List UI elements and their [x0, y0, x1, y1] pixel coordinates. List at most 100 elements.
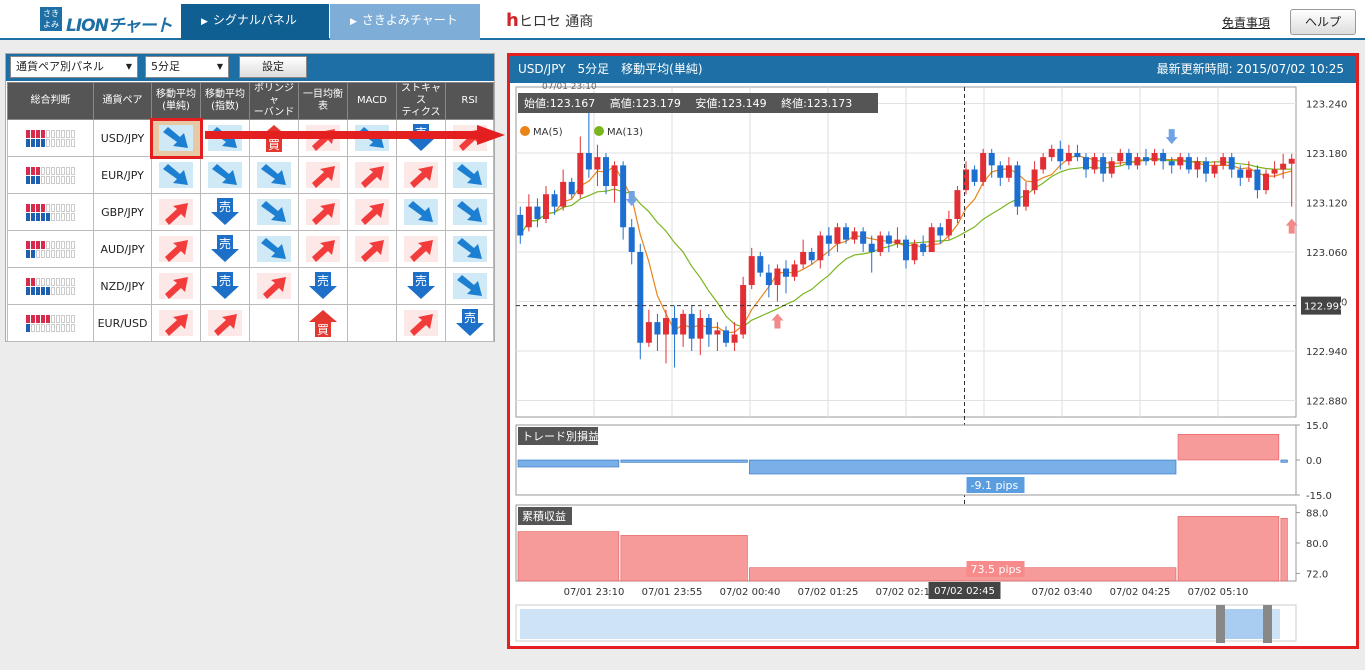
- candle-body: [1228, 157, 1235, 170]
- signal-up-arrow-icon[interactable]: [249, 267, 299, 305]
- candle-body: [1040, 157, 1047, 170]
- sell-signal-icon[interactable]: 売: [200, 230, 250, 268]
- sub-value-label: -9.1 pips: [971, 479, 1019, 492]
- signal-down-arrow-icon[interactable]: [249, 230, 299, 268]
- sell-label: 売: [415, 273, 427, 288]
- help-button[interactable]: ヘルプ: [1290, 9, 1356, 35]
- candle-body: [534, 206, 541, 219]
- candle-body: [1185, 157, 1192, 170]
- y-tick-label: 88.0: [1306, 509, 1328, 520]
- chart-header: USD/JPY 5分足 移動平均(単純) 最新更新時間: 2015/07/02 …: [510, 56, 1356, 83]
- navigator-window[interactable]: [1221, 609, 1267, 639]
- candle-body: [885, 235, 892, 244]
- disclaimer-link[interactable]: 免責事項: [1222, 14, 1270, 31]
- sub-bar: [517, 459, 620, 468]
- x-tick-label: 07/02 03:40: [1032, 587, 1093, 598]
- candle-body: [1194, 161, 1201, 170]
- signal-down-arrow-icon[interactable]: [200, 156, 250, 194]
- signal-up-arrow-icon[interactable]: [298, 230, 348, 268]
- candle-body: [1014, 165, 1021, 207]
- sub-bar: [620, 459, 748, 463]
- signal-up-arrow-icon[interactable]: [396, 230, 446, 268]
- last-updated: 最新更新時間: 2015/07/02 10:25: [1156, 62, 1344, 76]
- candle-body: [971, 169, 978, 182]
- column-header: 総合判断: [7, 82, 94, 120]
- signal-up-arrow-icon[interactable]: [347, 156, 397, 194]
- overall-meter: [7, 304, 94, 342]
- candle-body: [1280, 163, 1287, 170]
- period-select[interactable]: 5分足 ▼: [145, 56, 229, 78]
- app-logo[interactable]: さき よみ LIONチャート: [10, 5, 180, 36]
- signal-up-arrow-icon[interactable]: [151, 304, 201, 342]
- candle-body: [551, 194, 558, 207]
- navigator-handle-left[interactable]: [1216, 605, 1225, 643]
- candle-body: [1091, 157, 1098, 170]
- signal-up-arrow-icon[interactable]: [151, 267, 201, 305]
- candle-body: [1134, 157, 1141, 166]
- chart-panel: USD/JPY 5分足 移動平均(単純) 最新更新時間: 2015/07/02 …: [507, 53, 1359, 649]
- logo-badge: さき よみ: [40, 7, 62, 31]
- signal-up-arrow-icon[interactable]: [347, 230, 397, 268]
- currency-pair: EUR/USD: [93, 304, 152, 342]
- signal-down-arrow-icon[interactable]: [151, 156, 201, 194]
- logo-text: LIONチャート: [66, 16, 173, 36]
- tab-signal-panel[interactable]: ▶ シグナルパネル: [181, 4, 329, 40]
- signal-up-arrow-icon[interactable]: [151, 230, 201, 268]
- x-tick-label: 07/02 02:10: [876, 587, 937, 598]
- cursor-time-label: 07/02 02:45: [934, 586, 995, 597]
- candle-body: [1117, 153, 1124, 162]
- signal-up-arrow-icon[interactable]: [200, 304, 250, 342]
- signal-down-arrow-icon[interactable]: [249, 193, 299, 231]
- sell-signal-icon[interactable]: 売: [298, 267, 348, 305]
- candle-body: [954, 190, 961, 219]
- signal-down-arrow-icon[interactable]: [249, 156, 299, 194]
- signal-down-arrow-icon[interactable]: [445, 156, 494, 194]
- candle-body: [723, 330, 729, 343]
- sell-signal-icon[interactable]: 売: [396, 267, 446, 305]
- y-tick-label: 72.0: [1306, 569, 1328, 580]
- navigator-handle-right[interactable]: [1263, 605, 1272, 643]
- signal-down-arrow-icon[interactable]: [445, 193, 494, 231]
- signal-up-arrow-icon[interactable]: [298, 156, 348, 194]
- legend-label: MA(13): [607, 127, 643, 138]
- candle-body: [1074, 153, 1081, 158]
- signal-up-arrow-icon[interactable]: [298, 193, 348, 231]
- column-header: 移動平均 (指数): [200, 82, 250, 120]
- signal-down-arrow-icon[interactable]: [445, 230, 494, 268]
- sub-title: トレード別損益: [522, 429, 599, 443]
- signal-up-arrow-icon[interactable]: [347, 193, 397, 231]
- signal-panel: 通貨ペア別パネル ▼ 5分足 ▼ 設定 総合判断 通貨ペア 移動平均 (単純) 移動平均 …: [5, 53, 495, 342]
- top-date-label: 07/01 23:10: [542, 83, 597, 92]
- x-tick-label: 07/02 00:40: [720, 587, 781, 598]
- table-row: NZD/JPY 売 売 売: [7, 267, 494, 305]
- column-header: MACD: [347, 82, 397, 120]
- signal-down-arrow-icon[interactable]: [149, 117, 203, 159]
- ohlc-label: 始値:123.167 高値:123.179 安値:123.149 終値:123.…: [524, 96, 852, 110]
- sell-signal-icon[interactable]: 売: [445, 304, 494, 342]
- highlight-arrow: [205, 125, 505, 145]
- x-tick-label: 07/02 05:10: [1188, 587, 1249, 598]
- tab-label: さきよみチャート: [361, 13, 458, 27]
- y-tick-label: -15.0: [1306, 491, 1332, 502]
- settings-button[interactable]: 設定: [239, 56, 307, 78]
- candle-body: [1100, 157, 1107, 174]
- signal-up-arrow-icon[interactable]: [396, 304, 446, 342]
- table-row: EUR/JPY: [7, 156, 494, 194]
- signal-up-arrow-icon[interactable]: [396, 156, 446, 194]
- candle-body: [663, 318, 669, 335]
- signal-down-arrow-icon[interactable]: [396, 193, 446, 231]
- signal-up-arrow-icon[interactable]: [151, 193, 201, 231]
- signal-empty: [347, 267, 397, 305]
- panel-mode-select[interactable]: 通貨ペア別パネル ▼: [10, 56, 138, 78]
- buy-signal-icon[interactable]: 買: [298, 304, 348, 342]
- candle-body: [1263, 173, 1269, 191]
- sell-signal-icon[interactable]: 売: [200, 193, 250, 231]
- candlestick-chart[interactable]: 07/01 23:10 07/01 23:55 07/02 00:40 07/02 0…: [510, 83, 1356, 646]
- overall-meter: [7, 119, 94, 157]
- signal-down-arrow-icon[interactable]: [445, 267, 494, 305]
- dropdown-icon: ▼: [125, 62, 132, 71]
- sub-bar: [1280, 517, 1288, 582]
- tab-sakiyomi-chart[interactable]: ▶ さきよみチャート: [330, 4, 480, 40]
- column-header: RSI: [445, 82, 494, 120]
- sell-signal-icon[interactable]: 売: [200, 267, 250, 305]
